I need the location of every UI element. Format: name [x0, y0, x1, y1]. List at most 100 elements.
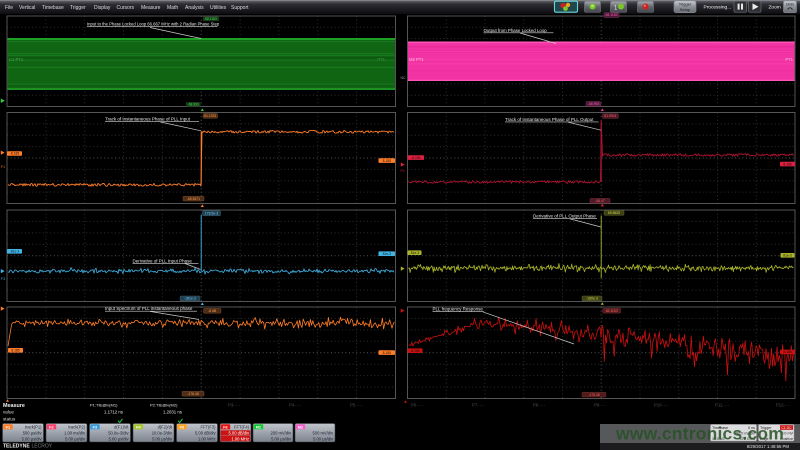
svg-text:5.00 dB/div: 5.00 dB/div — [229, 431, 250, 436]
svg-text:Measure: Measure — [3, 403, 25, 409]
svg-text:Timebase: Timebase — [42, 5, 64, 11]
svg-text:track(P2): track(P2) — [68, 425, 85, 430]
svg-text:P7- - -: P7- - - — [472, 403, 485, 408]
svg-text:8/29/2017 1:48:56 PM: 8/29/2017 1:48:56 PM — [747, 444, 790, 449]
svg-text:Derivative of PLL Output Phase: Derivative of PLL Output Phase — [533, 214, 596, 219]
svg-text:5.00 µs/div: 5.00 µs/div — [152, 437, 173, 442]
svg-text:5.00 µs/div: 5.00 µs/div — [109, 437, 130, 442]
svg-text:FFT(F4): FFT(F4) — [234, 425, 250, 430]
svg-text:P5- - -: P5- - - — [350, 403, 363, 408]
svg-text:C1 PT1: C1 PT1 — [9, 57, 24, 62]
svg-text:-68.993: -68.993 — [588, 102, 600, 106]
svg-text:500 mV/div: 500 mV/div — [313, 431, 334, 436]
svg-text:PT1: PT1 — [785, 57, 793, 62]
svg-text:Analysis: Analysis — [185, 5, 204, 11]
svg-text:-81e-3: -81e-3 — [10, 250, 20, 254]
svg-text:-81e-3: -81e-3 — [410, 251, 420, 255]
svg-text:Track of Instantaneous Phase o: Track of Instantaneous Phase of PLL Inpu… — [105, 117, 191, 122]
svg-text:5.00 µs/div: 5.00 µs/div — [22, 437, 43, 442]
svg-text:8.185: 8.185 — [383, 159, 391, 163]
svg-text:status: status — [3, 416, 16, 421]
svg-text:Support: Support — [231, 5, 249, 11]
svg-text:-8 dB: -8 dB — [208, 309, 217, 313]
svg-text:P12- - -: P12- - - — [776, 403, 791, 408]
svg-text:5.00 dB/div: 5.00 dB/div — [195, 431, 216, 436]
svg-text:10.0e-3/div: 10.0e-3/div — [152, 431, 173, 436]
svg-text:61.0941: 61.0941 — [604, 114, 616, 118]
svg-text:-181e-3: -181e-3 — [184, 297, 196, 301]
svg-text:F1: F1 — [1, 165, 5, 169]
svg-text:F2: F2 — [401, 169, 405, 173]
svg-text:File: File — [5, 5, 13, 11]
svg-text:5.00 µs/div: 5.00 µs/div — [65, 437, 86, 442]
svg-text:Cursors: Cursors — [117, 5, 135, 11]
svg-text:1.00 MHz: 1.00 MHz — [231, 437, 249, 442]
svg-text:81e-3: 81e-3 — [783, 254, 792, 258]
svg-text:Derivative of PLL Input Phase: Derivative of PLL Input Phase — [133, 258, 193, 263]
svg-text:500 µs/div: 500 µs/div — [23, 431, 43, 436]
svg-text:P10- - -: P10- - - — [654, 403, 669, 408]
svg-text:F6: F6 — [223, 425, 227, 429]
svg-text:5.00 µs/div: 5.00 µs/div — [271, 437, 292, 442]
svg-text:Input Spectrum of PLL instanta: Input Spectrum of PLL instantaneous phas… — [105, 306, 193, 311]
svg-text:-178.48: -178.48 — [588, 393, 600, 397]
svg-text:P6- - -: P6- - - — [411, 403, 424, 408]
svg-text:www.cntronics.com: www.cntronics.com — [615, 424, 784, 444]
svg-text:-180e-3: -180e-3 — [586, 297, 598, 301]
svg-text:Processing...: Processing... — [704, 4, 732, 10]
svg-text:1.1712 ns: 1.1712 ns — [104, 409, 123, 414]
svg-text:NC: NC — [401, 76, 407, 80]
svg-text:Math: Math — [167, 5, 178, 11]
svg-text:Input to the Phase Locked Loop: Input to the Phase Locked Loop 66.667 MH… — [87, 21, 220, 26]
svg-text:M1: M1 — [256, 425, 261, 429]
svg-text:F5: F5 — [180, 425, 184, 429]
svg-text:P2:TIE@lv(M2): P2:TIE@lv(M2) — [150, 403, 178, 408]
svg-text:1.00 MHz: 1.00 MHz — [198, 437, 216, 442]
svg-text:-8.185: -8.185 — [10, 152, 20, 156]
svg-text:5.00 µs/div: 5.00 µs/div — [313, 437, 334, 442]
svg-text:Setup: Setup — [680, 7, 691, 12]
svg-text:Measure: Measure — [141, 5, 161, 11]
svg-text:Trigger: Trigger — [70, 5, 86, 11]
svg-text:P8- - -: P8- - - — [533, 403, 546, 408]
svg-text:-8.185: -8.185 — [410, 349, 420, 353]
svg-text:TELEDYNE: TELEDYNE — [3, 444, 30, 450]
svg-text:8.185: 8.185 — [383, 351, 391, 355]
svg-text:8.185: 8.185 — [11, 349, 19, 353]
svg-text:PT1: PT1 — [377, 57, 385, 62]
svg-text:8.185: 8.185 — [783, 162, 791, 166]
svg-text:Undo: Undo — [786, 2, 794, 6]
svg-text:PLL frequency Response: PLL frequency Response — [433, 307, 484, 312]
svg-text:50.0e-3/div: 50.0e-3/div — [108, 431, 129, 436]
svg-text:F3: F3 — [93, 425, 97, 429]
svg-text:P9- - -: P9- - - — [594, 403, 607, 408]
svg-text:Output from Phase Locked Loop: Output from Phase Locked Loop — [484, 28, 548, 33]
svg-text:Vertical: Vertical — [19, 5, 35, 11]
svg-text:P1:TIE@lv(M1): P1:TIE@lv(M1) — [90, 403, 118, 408]
svg-text:68.1183: 68.1183 — [606, 309, 618, 313]
svg-text:F2: F2 — [49, 425, 53, 429]
svg-text:Display: Display — [94, 5, 111, 11]
svg-text:-8.185: -8.185 — [411, 156, 421, 160]
svg-text:LECROY: LECROY — [32, 444, 53, 450]
svg-text:P3- - -: P3- - - — [228, 403, 241, 408]
svg-text:M2 PT1: M2 PT1 — [409, 57, 424, 62]
svg-text:68.1183: 68.1183 — [205, 17, 217, 21]
svg-text:-178.48: -178.48 — [187, 392, 199, 396]
svg-text:Utilities: Utilities — [210, 5, 227, 11]
svg-text:69.8625: 69.8625 — [608, 211, 620, 215]
svg-text:FFT(F3): FFT(F3) — [200, 425, 216, 430]
svg-text:P11- - -: P11- - - — [715, 403, 730, 408]
svg-text:1.00 ms/div: 1.00 ms/div — [64, 431, 86, 436]
svg-text:200 mV/div: 200 mV/div — [271, 431, 292, 436]
svg-text:track(P1): track(P1) — [25, 425, 42, 430]
svg-text:61.1933: 61.1933 — [204, 114, 216, 118]
svg-text:8.185: 8.185 — [783, 350, 791, 354]
svg-text:Track of Instantaneous Phase o: Track of Instantaneous Phase of PLL Outp… — [505, 117, 594, 122]
svg-text:81e-3: 81e-3 — [383, 252, 392, 256]
svg-text:-68.993: -68.993 — [188, 103, 199, 107]
svg-text:-68.47: -68.47 — [595, 199, 605, 203]
svg-text:M2: M2 — [298, 425, 303, 429]
svg-text:68.1183: 68.1183 — [605, 13, 617, 17]
svg-text:value: value — [3, 410, 14, 415]
